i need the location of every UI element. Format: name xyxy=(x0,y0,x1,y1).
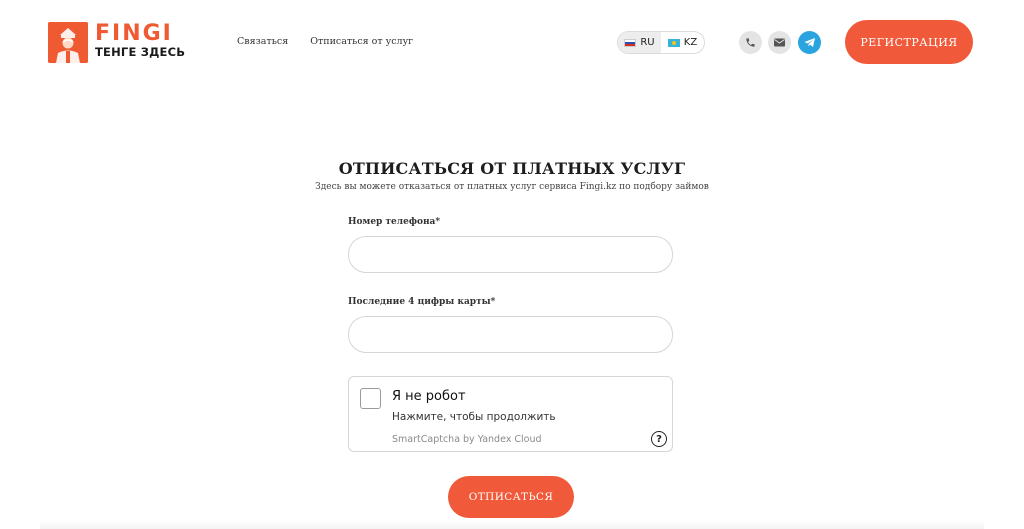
site-header: FINGI ТЕНГЕ ЗДЕСЬ Связаться Отписаться о… xyxy=(0,0,1024,84)
ru-flag-icon xyxy=(624,38,637,47)
register-button[interactable]: РЕГИСТРАЦИЯ xyxy=(845,20,973,64)
captcha-checkbox[interactable] xyxy=(360,388,381,409)
logo-mark-icon xyxy=(48,21,88,63)
card-digits-input[interactable] xyxy=(348,316,673,353)
footer-edge xyxy=(40,520,984,529)
captcha-brand: SmartCaptcha by Yandex Cloud xyxy=(392,434,542,445)
nav-unsubscribe-link[interactable]: Отписаться от услуг xyxy=(310,36,413,47)
mail-icon[interactable] xyxy=(768,31,791,54)
page-title: ОТПИСАТЬСЯ ОТ ПЛАТНЫХ УСЛУГ xyxy=(338,159,686,178)
page-subtitle: Здесь вы можете отказаться от платных ус… xyxy=(315,182,709,192)
captcha-subtitle: Нажмите, чтобы продолжить xyxy=(392,411,556,423)
telegram-icon[interactable] xyxy=(798,31,821,54)
captcha-title: Я не робот xyxy=(392,389,466,404)
unsubscribe-button[interactable]: ОТПИСАТЬСЯ xyxy=(448,476,574,518)
nav-contact-link[interactable]: Связаться xyxy=(237,36,288,47)
kz-flag-icon xyxy=(667,38,680,47)
logo-brand: FINGI xyxy=(95,21,173,46)
captcha-widget: Я не робот Нажмите, чтобы продолжить Sma… xyxy=(348,376,673,452)
phone-input[interactable] xyxy=(348,236,673,273)
lang-ru-label: RU xyxy=(640,37,655,48)
help-icon[interactable]: ? xyxy=(651,431,667,447)
phone-label: Номер телефона* xyxy=(348,217,441,227)
main-nav: Связаться Отписаться от услуг xyxy=(237,36,413,47)
logo-tagline: ТЕНГЕ ЗДЕСЬ xyxy=(95,45,186,59)
card-digits-label: Последние 4 цифры карты* xyxy=(348,297,496,307)
phone-icon[interactable] xyxy=(739,31,762,54)
logo[interactable]: FINGI ТЕНГЕ ЗДЕСЬ xyxy=(48,21,198,63)
lang-kz-label: KZ xyxy=(683,37,698,48)
lang-kz-option[interactable]: KZ xyxy=(661,32,704,53)
lang-ru-option[interactable]: RU xyxy=(618,32,661,53)
language-switcher: RU KZ xyxy=(617,31,705,54)
